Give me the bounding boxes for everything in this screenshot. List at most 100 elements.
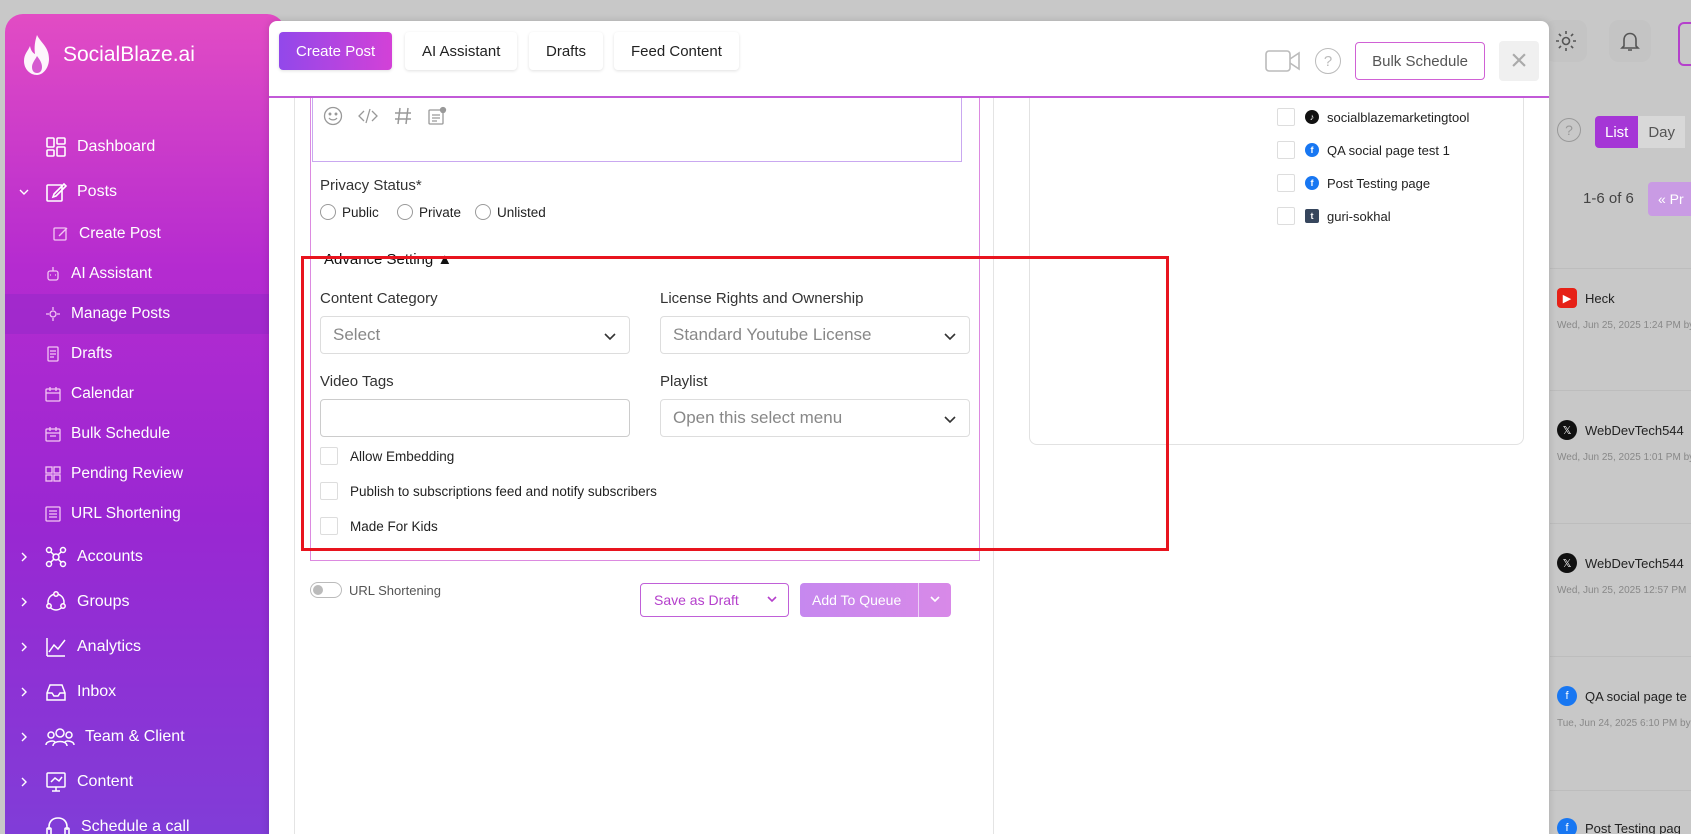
- save-as-draft-button[interactable]: Save as Draft: [640, 583, 789, 617]
- content-category-select[interactable]: Select: [320, 316, 630, 354]
- chevron-down-icon: [19, 187, 29, 197]
- emoji-icon[interactable]: [323, 106, 343, 126]
- checkbox-label: Publish to subscriptions feed and notify…: [350, 483, 657, 499]
- account-item[interactable]: ♪ socialblazemarketingtool: [1277, 108, 1469, 126]
- headset-icon: [45, 816, 71, 834]
- video-tags-label: Video Tags: [320, 373, 394, 390]
- help-icon[interactable]: ?: [1557, 118, 1581, 142]
- sidebar-item-groups[interactable]: Groups: [5, 579, 285, 624]
- content-category-label: Content Category: [320, 290, 438, 307]
- analytics-icon: [45, 636, 67, 658]
- allow-embedding-checkbox[interactable]: Allow Embedding: [320, 447, 454, 465]
- pagination-info: 1-6 of 6: [1583, 190, 1634, 207]
- sidebar-item-bulk-schedule[interactable]: Bulk Schedule: [5, 414, 285, 454]
- code-icon[interactable]: [357, 106, 379, 126]
- chevron-right-icon: [19, 642, 29, 652]
- sidebar-item-label: Manage Posts: [71, 305, 171, 322]
- account-name: guri-sokhal: [1327, 208, 1391, 224]
- account-name: Post Testing page: [1327, 175, 1431, 191]
- privacy-private-radio[interactable]: Private: [397, 204, 461, 220]
- groups-icon: [45, 590, 67, 613]
- day-view-button[interactable]: Day: [1638, 116, 1686, 148]
- radio-circle: [475, 204, 491, 220]
- media-library-icon[interactable]: [427, 106, 447, 126]
- feed-item[interactable]: f QA social page te Tue, Jun 24, 2025 6:1…: [1557, 686, 1691, 729]
- chevron-down-icon[interactable]: [929, 593, 941, 605]
- license-select[interactable]: Standard Youtube License: [660, 316, 970, 354]
- editor-toolbar-box: [312, 98, 962, 162]
- feed-item[interactable]: ▶ Heck Wed, Jun 25, 2025 1:24 PM by: [1557, 288, 1691, 331]
- help-icon[interactable]: ?: [1315, 48, 1342, 74]
- tiktok-icon: ♪: [1305, 110, 1319, 124]
- hashtag-icon[interactable]: [393, 106, 413, 126]
- feed-item[interactable]: 𝕏 WebDevTech544 Wed, Jun 25, 2025 1:01 PM…: [1557, 420, 1691, 463]
- feed-item[interactable]: 𝕏 WebDevTech544 Wed, Jun 25, 2025 12:57 P…: [1557, 553, 1691, 596]
- bulk-schedule-icon: [45, 426, 61, 442]
- sidebar-item-label: Drafts: [71, 345, 113, 362]
- sidebar-item-label: Accounts: [77, 547, 143, 565]
- manage-posts-icon: [45, 306, 61, 322]
- select-value: Select: [333, 325, 381, 344]
- sidebar-item-manage-posts[interactable]: Manage Posts: [5, 294, 285, 334]
- sidebar-item-analytics[interactable]: Analytics: [5, 624, 285, 669]
- content-icon: [45, 771, 67, 793]
- close-button[interactable]: ×: [1499, 41, 1539, 81]
- checkbox-box: [320, 447, 338, 465]
- url-shortening-toggle[interactable]: URL Shortening: [310, 582, 441, 598]
- sidebar-item-pending-review[interactable]: Pending Review: [5, 454, 285, 494]
- playlist-label: Playlist: [660, 373, 708, 390]
- feed-item-date: Wed, Jun 25, 2025 1:01 PM by: [1557, 452, 1691, 463]
- sidebar-item-label: Pending Review: [71, 465, 184, 482]
- facebook-icon: f: [1557, 686, 1577, 706]
- sidebar-item-schedule-call[interactable]: Schedule a call: [5, 804, 285, 834]
- video-camera-icon[interactable]: [1265, 49, 1301, 73]
- sidebar-item-label: Analytics: [77, 637, 142, 655]
- sidebar-item-calendar[interactable]: Calendar: [5, 374, 285, 414]
- button-label: Add To Queue: [812, 592, 902, 608]
- sidebar-item-team-client[interactable]: Team & Client: [5, 714, 285, 759]
- playlist-select[interactable]: Open this select menu: [660, 399, 970, 437]
- feed-item-date: Tue, Jun 24, 2025 6:10 PM by: [1557, 718, 1691, 729]
- tab-feed-content[interactable]: Feed Content: [614, 32, 739, 70]
- video-tags-input[interactable]: [320, 399, 630, 437]
- chevron-down-icon[interactable]: [766, 593, 778, 605]
- sidebar-item-posts[interactable]: Posts: [5, 169, 285, 214]
- advance-setting-toggle[interactable]: Advance Setting ▲: [324, 251, 452, 268]
- notifications-button[interactable]: [1609, 20, 1651, 62]
- post-form-column: Privacy Status* Public Private Unlisted …: [294, 98, 994, 834]
- app-logo[interactable]: SocialBlaze.ai: [19, 34, 195, 76]
- privacy-unlisted-radio[interactable]: Unlisted: [475, 204, 546, 220]
- sidebar-item-url-shortening[interactable]: URL Shortening: [5, 494, 285, 534]
- sidebar-item-drafts[interactable]: Drafts: [5, 334, 285, 374]
- sidebar-item-label: Content: [77, 772, 134, 790]
- settings-button[interactable]: [1545, 20, 1587, 62]
- sidebar-item-ai-assistant[interactable]: AI Assistant: [5, 254, 285, 294]
- sidebar-item-accounts[interactable]: Accounts: [5, 534, 285, 579]
- account-item[interactable]: f Post Testing page: [1277, 174, 1430, 192]
- profile-button[interactable]: [1678, 22, 1691, 66]
- modal-header-actions: ? Bulk Schedule ×: [1265, 41, 1539, 81]
- inbox-icon: [45, 681, 67, 703]
- sidebar-item-create-post[interactable]: Create Post: [5, 214, 285, 254]
- feed-item[interactable]: f Post Testing pag: [1557, 818, 1691, 834]
- account-item[interactable]: t guri-sokhal: [1277, 207, 1391, 225]
- list-view-button[interactable]: List: [1595, 116, 1639, 148]
- divider: [1550, 790, 1691, 791]
- prev-page-button[interactable]: « Pr: [1648, 182, 1691, 216]
- made-for-kids-checkbox[interactable]: Made For Kids: [320, 517, 438, 535]
- modal-header: Create Post AI Assistant Drafts Feed Con…: [269, 21, 1549, 98]
- add-to-queue-button[interactable]: Add To Queue: [800, 583, 951, 617]
- feed-item-name: WebDevTech544: [1585, 555, 1684, 571]
- tab-drafts[interactable]: Drafts: [529, 32, 604, 70]
- account-item[interactable]: f QA social page test 1: [1277, 141, 1450, 159]
- account-selector-panel: ♪ socialblazemarketingtool f QA social pag…: [1029, 98, 1524, 445]
- publish-subscriptions-checkbox[interactable]: Publish to subscriptions feed and notify…: [320, 482, 657, 500]
- sidebar-item-dashboard[interactable]: Dashboard: [5, 124, 285, 169]
- divider: [1550, 656, 1691, 657]
- bulk-schedule-button[interactable]: Bulk Schedule: [1355, 42, 1485, 80]
- tab-create-post[interactable]: Create Post: [279, 32, 393, 70]
- sidebar-item-content[interactable]: Content: [5, 759, 285, 804]
- sidebar-item-inbox[interactable]: Inbox: [5, 669, 285, 714]
- privacy-public-radio[interactable]: Public: [320, 204, 379, 220]
- tab-ai-assistant[interactable]: AI Assistant: [405, 32, 518, 70]
